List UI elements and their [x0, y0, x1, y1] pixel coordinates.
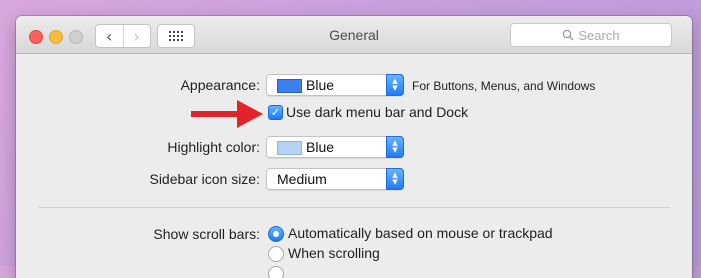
- search-placeholder: Search: [578, 27, 620, 43]
- section-divider: [38, 207, 670, 208]
- appearance-popup[interactable]: Blue ▲ ▼: [266, 74, 404, 96]
- scroll-bars-label: Show scroll bars:: [153, 226, 260, 242]
- radio-automatic[interactable]: [268, 226, 284, 242]
- highlight-swatch: [277, 141, 302, 155]
- appearance-swatch: [277, 79, 302, 93]
- highlight-color-label: Highlight color:: [167, 139, 260, 155]
- appearance-value: Blue: [306, 77, 335, 93]
- preferences-window: ‹ › General Search Appearance: Blue ▲ ▼ F…: [16, 16, 692, 278]
- appearance-hint: For Buttons, Menus, and Windows: [412, 79, 596, 93]
- updown-arrows-icon: ▲ ▼: [386, 136, 404, 158]
- radio-when-scrolling-label: When scrolling: [288, 245, 380, 261]
- sidebar-icon-size-value: Medium: [277, 171, 327, 187]
- highlight-value: Blue: [306, 139, 335, 155]
- search-icon: [563, 29, 574, 41]
- search-field[interactable]: Search: [510, 23, 672, 47]
- title-bar: ‹ › General Search: [16, 16, 692, 54]
- appearance-label: Appearance:: [180, 77, 260, 93]
- radio-always[interactable]: [268, 266, 284, 278]
- updown-arrows-icon: ▲ ▼: [386, 168, 404, 190]
- dark-menu-label: Use dark menu bar and Dock: [286, 104, 469, 120]
- radio-when-scrolling[interactable]: [268, 246, 284, 262]
- annotation-arrow-icon: [191, 100, 263, 128]
- highlight-color-popup[interactable]: Blue ▲ ▼: [266, 136, 404, 158]
- dark-menu-checkbox[interactable]: ✓: [268, 105, 283, 120]
- radio-automatic-label: Automatically based on mouse or trackpad: [288, 225, 553, 241]
- sidebar-icon-size-label: Sidebar icon size:: [149, 171, 260, 187]
- sidebar-icon-size-popup[interactable]: Medium ▲ ▼: [266, 168, 404, 190]
- checkmark-icon: ✓: [270, 106, 281, 119]
- updown-arrows-icon: ▲ ▼: [386, 74, 404, 96]
